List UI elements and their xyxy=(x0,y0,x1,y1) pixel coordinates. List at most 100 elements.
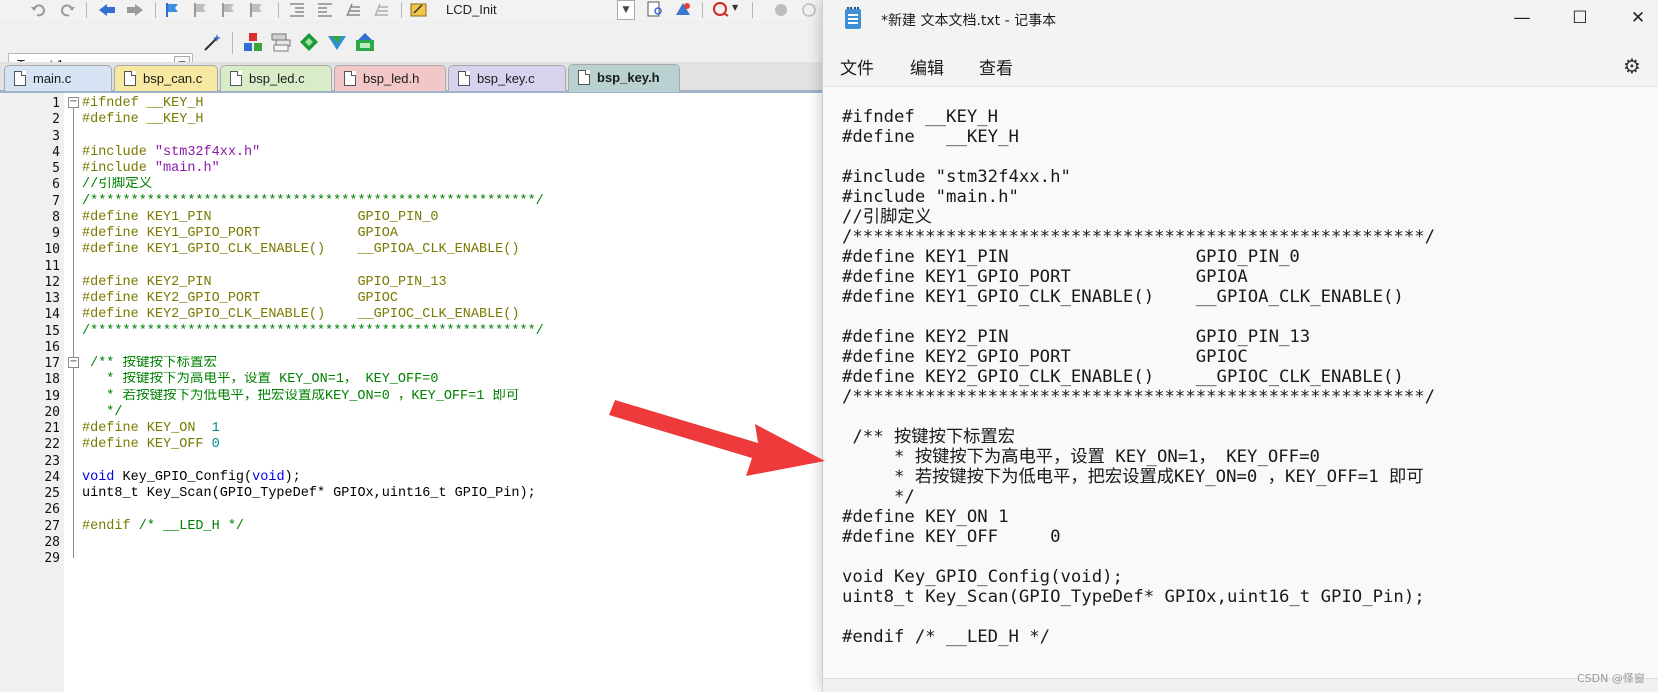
chevron-down-icon[interactable]: ▼ xyxy=(617,0,635,20)
line-number: 26 xyxy=(44,502,60,518)
text-line xyxy=(842,147,1652,167)
line-number: 28 xyxy=(44,534,60,550)
gear-icon[interactable]: ⚙ xyxy=(1623,54,1641,78)
maximize-button[interactable]: ☐ xyxy=(1551,0,1609,38)
breakpoint-icon[interactable] xyxy=(772,2,790,18)
text-line: #define KEY2_GPIO_CLK_ENABLE() __GPIOC_C… xyxy=(842,367,1404,387)
tab-bsp-led-h[interactable]: bsp_led.h xyxy=(334,65,446,91)
code-line: #include "main.h" xyxy=(82,161,220,176)
find-icon[interactable] xyxy=(646,1,664,17)
line-number: 20 xyxy=(44,404,60,420)
fold-toggle[interactable]: − xyxy=(68,357,79,368)
text-line: #define KEY1_GPIO_PORT GPIOA xyxy=(842,267,1248,287)
build-icon[interactable] xyxy=(298,32,320,52)
download-icon[interactable] xyxy=(354,32,376,52)
line-number: 15 xyxy=(44,323,60,339)
notepad-window: *新建 文本文档.txt - 记事本 — ☐ ✕ 文件 编辑 查看 ⚙ #ifn… xyxy=(822,0,1658,692)
title-bar[interactable]: *新建 文本文档.txt - 记事本 — ☐ ✕ xyxy=(823,0,1658,40)
line-number: 25 xyxy=(44,486,60,501)
line-number: 19 xyxy=(44,388,60,404)
notepad-content: #ifndef __KEY_H #define __KEY_H #include "… xyxy=(842,107,1652,647)
bookmark-prev-icon[interactable] xyxy=(192,2,210,18)
tab-main-c[interactable]: main.c xyxy=(4,65,112,91)
text-line: #define KEY1_GPIO_CLK_ENABLE() __GPIOA_C… xyxy=(842,287,1404,307)
breakpoint-disabled-icon[interactable] xyxy=(800,2,818,18)
code-line: #ifndef __KEY_H xyxy=(82,96,204,111)
ide-window: LCD_Init ▼ ▼ Target 1 ▼ main.c bsp_can.c… xyxy=(0,0,822,692)
notepad-app-icon xyxy=(845,7,861,29)
line-numbers: 1 2 3 4 5 6 7 8 9 10 11 12 13 14 15 16 17 18 19 20 21 22 23 24 2… xyxy=(0,96,60,567)
undo-icon[interactable] xyxy=(30,2,48,18)
text-line: #include "stm32f4xx.h" xyxy=(842,167,1071,187)
line-number: 7 xyxy=(52,193,60,209)
file-icon xyxy=(578,70,590,85)
text-line: #define KEY2_GPIO_PORT GPIOC xyxy=(842,347,1248,367)
code-line: /***************************************… xyxy=(82,323,544,339)
file-icon xyxy=(230,71,242,86)
text-line: #define __KEY_H xyxy=(842,127,1019,147)
forward-icon[interactable] xyxy=(126,2,144,18)
tab-bsp-led-c[interactable]: bsp_led.c xyxy=(220,65,332,91)
bookmark-icon[interactable] xyxy=(164,2,182,18)
comment-icon[interactable] xyxy=(344,2,362,18)
code-line: /** 按键按下标置宏 xyxy=(82,356,218,371)
menu-file[interactable]: 文件 xyxy=(840,54,874,79)
text-line: #define KEY_ON 1 xyxy=(842,507,1009,527)
text-line: #define KEY2_PIN GPIO_PIN_13 xyxy=(842,327,1311,347)
menu-view[interactable]: 查看 xyxy=(979,54,1013,79)
text-line: * 若按键按下为低电平，把宏设置成KEY_ON=0 ，KEY_OFF=1 即可 xyxy=(842,467,1424,487)
tab-bsp-can-c[interactable]: bsp_can.c xyxy=(114,65,218,91)
window-title: *新建 文本文档.txt - 记事本 xyxy=(881,13,1057,29)
open-file-icon[interactable] xyxy=(410,1,428,17)
uncomment-icon[interactable] xyxy=(372,2,390,18)
code-line: #include "stm32f4xx.h" xyxy=(82,144,261,160)
line-number: 23 xyxy=(44,453,60,469)
tab-bsp-key-c[interactable]: bsp_key.c xyxy=(448,65,566,91)
fold-toggle[interactable]: − xyxy=(68,97,79,108)
editor-tab-bar: main.c bsp_can.c bsp_led.c bsp_led.h bsp… xyxy=(0,62,822,93)
line-number: 17 xyxy=(44,356,60,371)
bookmark-clear-icon[interactable] xyxy=(248,2,266,18)
close-button[interactable]: ✕ xyxy=(1609,0,1658,38)
line-number: 5 xyxy=(52,161,60,176)
manage-components-icon[interactable] xyxy=(242,32,264,52)
text-line: uint8_t Key_Scan(GPIO_TypeDef* GPIOx,uin… xyxy=(842,587,1425,607)
file-icon xyxy=(458,71,470,86)
line-number: 13 xyxy=(44,291,60,306)
back-icon[interactable] xyxy=(98,2,116,18)
tab-bsp-key-h[interactable]: bsp_key.h xyxy=(568,64,680,92)
fold-guide xyxy=(73,100,74,558)
line-number: 14 xyxy=(44,307,60,323)
inspect-dropdown-icon[interactable]: ▼ xyxy=(732,3,738,12)
code-line: //引脚定义 xyxy=(82,177,153,193)
text-line: #define KEY_OFF 0 xyxy=(842,527,1061,547)
text-line: #define KEY1_PIN GPIO_PIN_0 xyxy=(842,247,1300,267)
debug-icon[interactable] xyxy=(674,1,692,17)
code-editor[interactable]: #ifndef __KEY_H #define __KEY_H #include… xyxy=(82,96,822,567)
redo-icon[interactable] xyxy=(58,2,76,18)
line-number: 21 xyxy=(44,421,60,436)
code-line: #define KEY2_PIN GPIO_PIN_13 xyxy=(82,274,447,290)
menu-edit[interactable]: 编辑 xyxy=(910,54,944,79)
file-extensions-icon[interactable] xyxy=(270,32,292,52)
options-wand-icon[interactable] xyxy=(202,32,224,52)
text-line: #endif /* __LED_H */ xyxy=(842,627,1051,647)
line-number: 6 xyxy=(52,177,60,193)
text-line: void Key_GPIO_Config(void); xyxy=(842,567,1123,587)
inspect-icon[interactable] xyxy=(712,1,730,17)
unindent-icon[interactable] xyxy=(316,2,334,18)
line-number: 4 xyxy=(52,144,60,160)
bookmark-next-icon[interactable] xyxy=(220,2,238,18)
line-number: 8 xyxy=(52,209,60,225)
indent-icon[interactable] xyxy=(288,2,306,18)
line-number: 29 xyxy=(44,551,60,566)
function-selector[interactable]: LCD_Init xyxy=(446,0,497,20)
notepad-text-area[interactable]: #ifndef __KEY_H #define __KEY_H #include "… xyxy=(823,86,1658,678)
rebuild-icon[interactable] xyxy=(326,32,348,52)
line-number: 11 xyxy=(44,258,60,274)
minimize-button[interactable]: — xyxy=(1493,0,1551,38)
line-number: 2 xyxy=(52,112,60,128)
